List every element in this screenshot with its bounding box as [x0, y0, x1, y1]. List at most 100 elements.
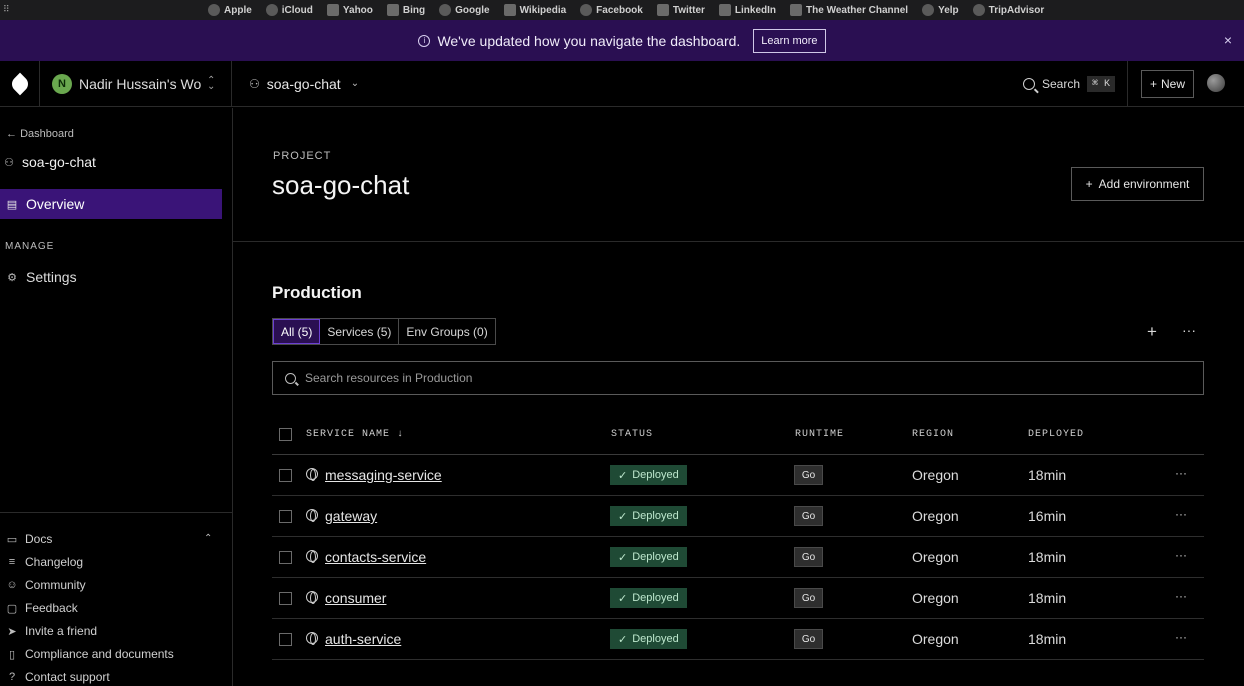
new-button[interactable]: + New — [1141, 70, 1194, 98]
service-link[interactable]: messaging-service — [325, 467, 442, 483]
plus-icon: + — [1149, 77, 1157, 91]
table-row: consumer ✓ Deployed Go Oregon 18min ··· — [272, 578, 1204, 619]
add-environment-button[interactable]: + Add environment — [1071, 167, 1204, 201]
sidebar-item-overview[interactable]: ▤ Overview — [0, 189, 222, 219]
tab-services[interactable]: Services (5) — [320, 319, 400, 344]
region: Oregon — [912, 590, 959, 606]
row-more-icon[interactable]: ··· — [1175, 507, 1187, 521]
project-switcher[interactable]: ⚇ soa-go-chat ⌄ — [232, 61, 359, 107]
tab-all[interactable]: All (5) — [273, 319, 321, 344]
bookmark-tripadvisor[interactable]: TripAdvisor — [972, 4, 1044, 16]
status-badge: ✓ Deployed — [610, 506, 687, 526]
google-icon — [439, 4, 452, 16]
announcement-banner: i We've updated how you navigate the das… — [0, 20, 1244, 61]
resource-tabs: All (5) Services (5) Env Groups (0) — [272, 318, 496, 345]
sidebar-link-community[interactable]: ☺ Community — [6, 578, 85, 592]
row-checkbox[interactable] — [279, 633, 292, 646]
sidebar-link-compliance[interactable]: ▯ Compliance and documents — [6, 647, 174, 661]
close-icon[interactable]: × — [1224, 32, 1232, 48]
column-deployed: DEPLOYED — [1028, 428, 1085, 440]
layout-icon: ▤ — [6, 198, 18, 211]
tripadvisor-icon — [972, 4, 985, 16]
row-checkbox[interactable] — [279, 592, 292, 605]
bookmark-facebook[interactable]: Facebook — [580, 4, 643, 16]
sidebar-link-feedback[interactable]: ▢ Feedback — [6, 601, 78, 615]
row-more-icon[interactable]: ··· — [1175, 466, 1187, 480]
check-icon: ✓ — [618, 469, 628, 482]
grid-icon[interactable]: ⠿ — [3, 4, 13, 14]
more-options-icon[interactable]: ··· — [1182, 322, 1196, 338]
row-more-icon[interactable]: ··· — [1175, 548, 1187, 562]
column-service-name[interactable]: SERVICE NAME ↓ — [306, 429, 404, 440]
logo[interactable] — [0, 60, 40, 107]
chevron-down-icon: ⌄ — [350, 78, 360, 89]
banner-message: We've updated how you navigate the dashb… — [437, 32, 741, 49]
row-checkbox[interactable] — [279, 469, 292, 482]
document-icon: ▯ — [8, 648, 16, 661]
add-resource-icon[interactable]: + — [1147, 322, 1157, 342]
status-badge: ✓ Deployed — [610, 465, 687, 485]
bookmark-linkedin[interactable]: LinkedIn — [718, 4, 776, 16]
row-checkbox[interactable] — [279, 510, 292, 523]
book-icon: ▭ — [6, 533, 18, 546]
logo-icon — [8, 72, 31, 95]
arrow-down-icon: ↓ — [397, 428, 405, 440]
bookmark-google[interactable]: Google — [439, 4, 490, 16]
check-icon: ✓ — [618, 592, 628, 605]
user-avatar[interactable] — [1207, 74, 1225, 92]
row-more-icon[interactable]: ··· — [1175, 630, 1187, 644]
sidebar-link-contact-support[interactable]: ? Contact support — [6, 670, 110, 684]
service-link[interactable]: auth-service — [325, 631, 401, 647]
learn-more-button[interactable]: Learn more — [753, 28, 826, 53]
status-badge: ✓ Deployed — [610, 629, 687, 649]
main-content: PROJECT soa-go-chat + Add environment Pro… — [233, 108, 1244, 686]
sidebar-project-title: ⚇ soa-go-chat — [4, 154, 96, 170]
region: Oregon — [912, 467, 959, 483]
manage-heading: MANAGE — [5, 241, 55, 252]
facebook-icon — [580, 4, 593, 16]
row-checkbox[interactable] — [279, 551, 292, 564]
workspace-switcher[interactable]: N Nadir Hussain's Wo... ⌃ ⌄ — [40, 60, 232, 107]
bookmark-yelp[interactable]: Yelp — [922, 4, 959, 16]
service-link[interactable]: consumer — [325, 590, 386, 606]
search-shortcut: ⌘ K — [1087, 76, 1116, 92]
runtime-badge: Go — [794, 588, 823, 608]
bookmark-yahoo[interactable]: Yahoo — [326, 4, 373, 16]
project-icon: ⚇ — [4, 156, 14, 169]
service-link[interactable]: gateway — [325, 508, 377, 524]
search-icon — [1023, 78, 1035, 90]
resource-search-input[interactable] — [305, 371, 1185, 385]
table-header: SERVICE NAME ↓ STATUS RUNTIME REGION DEP… — [272, 414, 1204, 455]
icloud-icon — [265, 4, 278, 16]
bookmark-apple[interactable]: Apple — [208, 4, 252, 16]
bookmark-weather-channel[interactable]: The Weather Channel — [790, 4, 908, 16]
select-all-checkbox[interactable] — [279, 428, 292, 441]
sidebar-link-changelog[interactable]: ≡ Changelog — [6, 555, 83, 569]
sidebar-item-settings[interactable]: ⚙ Settings — [6, 269, 77, 285]
list-icon: ≡ — [8, 556, 16, 568]
users-icon: ☺ — [6, 579, 18, 591]
bookmark-icloud[interactable]: iCloud — [265, 4, 313, 16]
bookmark-twitter[interactable]: Twitter — [656, 4, 705, 16]
search-button[interactable]: Search ⌘ K — [1023, 76, 1116, 92]
tab-env-groups[interactable]: Env Groups (0) — [399, 319, 494, 344]
back-to-dashboard-link[interactable]: ← Dashboard — [6, 128, 74, 140]
deployed-time: 18min — [1028, 631, 1067, 647]
service-link[interactable]: contacts-service — [325, 549, 426, 565]
runtime-badge: Go — [794, 629, 823, 649]
column-status: STATUS — [611, 428, 654, 440]
bookmark-wikipedia[interactable]: Wikipedia — [503, 4, 566, 16]
yahoo-icon — [326, 4, 339, 16]
project-switcher-name: soa-go-chat — [266, 75, 341, 92]
row-more-icon[interactable]: ··· — [1175, 589, 1187, 603]
project-icon: ⚇ — [249, 76, 260, 91]
sidebar-link-invite[interactable]: ➤ Invite a friend — [6, 624, 97, 638]
bookmark-bing[interactable]: Bing — [386, 4, 425, 16]
chevron-up-icon[interactable]: ⌃ — [204, 533, 212, 544]
project-label: PROJECT — [273, 150, 332, 162]
wikipedia-icon — [503, 4, 516, 16]
globe-icon — [306, 632, 318, 645]
sidebar-link-docs[interactable]: ▭ Docs — [6, 532, 53, 546]
sidebar-footer: ▭ Docs ⌃ ≡ Changelog ☺ Community ▢ Feedback … — [0, 512, 232, 684]
bing-icon — [386, 4, 399, 16]
